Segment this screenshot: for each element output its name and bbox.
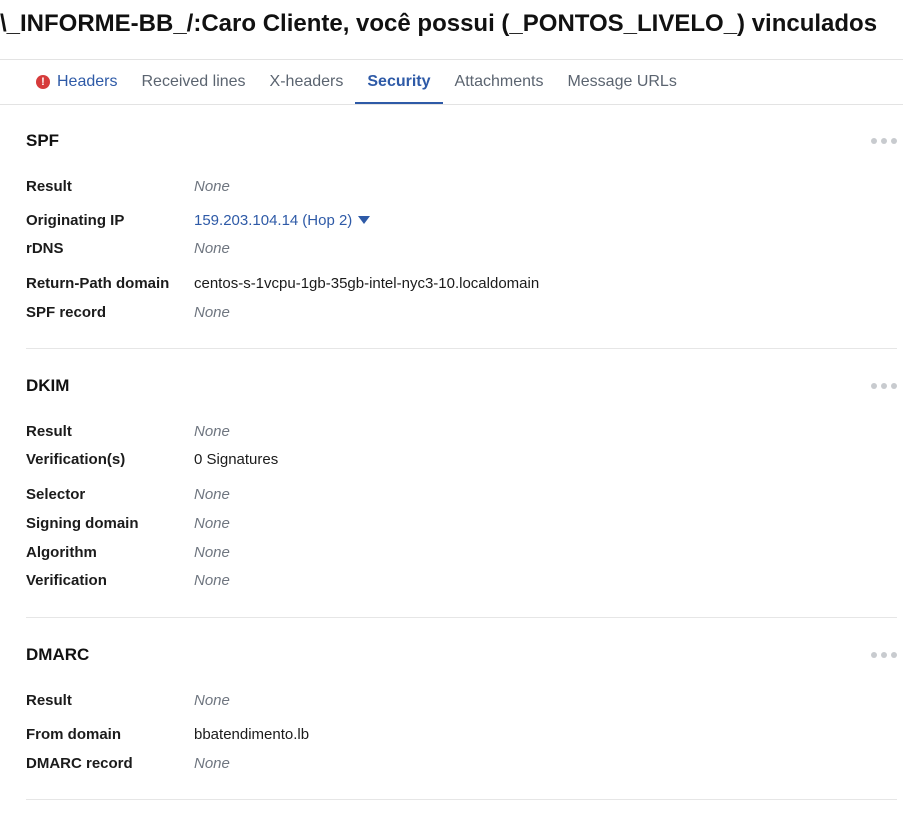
dkim-verification-value: None <box>194 572 230 589</box>
tab-headers[interactable]: ! Headers <box>26 60 129 104</box>
dmarc-section-divider <box>26 799 897 800</box>
spf-result-label: Result <box>26 178 72 195</box>
spf-rdns-label: rDNS <box>26 240 64 257</box>
page-title: \_INFORME-BB_/:Caro Cliente, você possui… <box>0 10 878 37</box>
dkim-result-label: Result <box>26 423 72 440</box>
tab-bar: ! Headers Received lines X-headers Secur… <box>26 60 689 105</box>
spf-section-title: SPF <box>26 131 60 150</box>
dkim-result-value: None <box>194 423 230 440</box>
dkim-verification-label: Verification <box>26 572 107 589</box>
dkim-section-title: DKIM <box>26 376 70 395</box>
spf-originating-ip-value: 159.203.104.14 (Hop 2) <box>194 212 371 229</box>
dmarc-result-value: None <box>194 692 230 709</box>
dkim-verifications-label: Verification(s) <box>26 451 126 468</box>
tab-message-urls[interactable]: Message URLs <box>555 60 688 104</box>
originating-ip-hop: (Hop 2) <box>302 212 353 229</box>
tab-received-lines-label: Received lines <box>141 73 246 90</box>
tab-attachments-label: Attachments <box>454 73 544 90</box>
dkim-selector-label: Selector <box>26 486 86 503</box>
tab-message-urls-label: Message URLs <box>567 73 677 90</box>
spf-result-value: None <box>194 178 230 195</box>
tab-security[interactable]: Security <box>355 60 443 105</box>
spf-record-value: None <box>194 304 230 321</box>
tab-attachments[interactable]: Attachments <box>443 60 556 104</box>
tabs-divider <box>0 104 903 105</box>
dmarc-from-domain-label: From domain <box>26 726 122 743</box>
dmarc-record-label: DMARC record <box>26 755 133 772</box>
dkim-signing-domain-label: Signing domain <box>26 515 139 532</box>
dkim-verifications-value: 0 Signatures <box>194 451 279 468</box>
originating-ip-link[interactable]: 159.203.104.14 <box>194 212 298 229</box>
spf-return-path-value: centos-s-1vcpu-1gb-35gb-intel-nyc3-10.lo… <box>194 275 540 292</box>
dkim-algorithm-value: None <box>194 544 230 561</box>
dkim-algorithm-label: Algorithm <box>26 544 97 561</box>
dmarc-section-title: DMARC <box>26 645 90 664</box>
dmarc-result-label: Result <box>26 692 72 709</box>
spf-originating-ip-label: Originating IP <box>26 212 125 229</box>
tab-x-headers-label: X-headers <box>269 73 344 90</box>
tab-headers-label: Headers <box>57 73 118 90</box>
tab-security-label: Security <box>367 73 431 90</box>
dmarc-record-value: None <box>194 755 230 772</box>
alert-icon: ! <box>36 75 50 89</box>
spf-record-label: SPF record <box>26 304 107 321</box>
dkim-more-options-icon[interactable] <box>871 381 897 391</box>
dkim-signing-domain-value: None <box>194 515 230 532</box>
spf-section-divider <box>26 348 897 349</box>
tab-x-headers[interactable]: X-headers <box>258 60 356 104</box>
dkim-selector-value: None <box>194 486 230 503</box>
tab-received-lines[interactable]: Received lines <box>129 60 257 104</box>
dmarc-more-options-icon[interactable] <box>871 650 897 660</box>
dkim-section-divider <box>26 617 897 618</box>
dmarc-from-domain-value: bbatendimento.lb <box>194 726 310 743</box>
spf-more-options-icon[interactable] <box>871 136 897 146</box>
spf-return-path-label: Return-Path domain <box>26 275 170 292</box>
hop-dropdown-caret-icon[interactable] <box>358 216 371 224</box>
spf-rdns-value: None <box>194 240 230 257</box>
